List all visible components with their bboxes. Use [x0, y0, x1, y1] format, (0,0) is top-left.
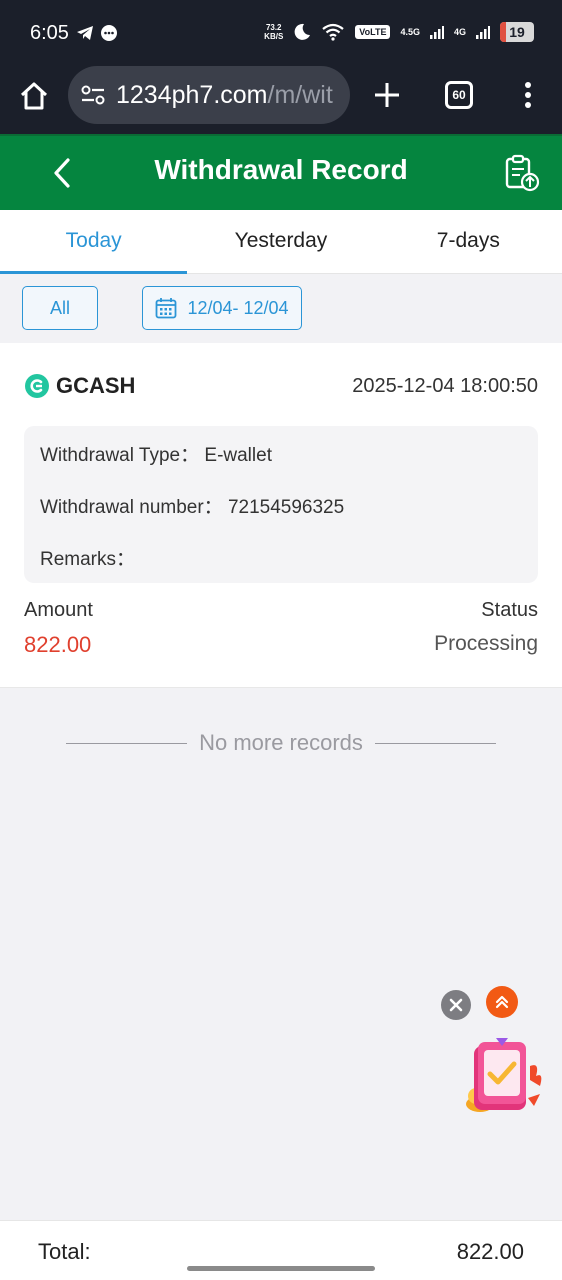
- network-speed: 73.2 KB/S: [264, 23, 284, 41]
- date-range-text: 12/04- 12/04: [187, 297, 289, 318]
- total-label: Total:: [38, 1239, 91, 1264]
- withdrawal-number-row: Withdrawal number： 72154596325: [40, 497, 345, 518]
- total-value: 822.00: [456, 1239, 524, 1264]
- system-status-bar: 6:05 73.2 KB/S VoLTE 4.5G 4G 19: [0, 0, 562, 64]
- list-end-marker: No more records: [66, 730, 496, 756]
- moon-icon: [294, 23, 311, 40]
- clock: 6:05: [30, 22, 69, 44]
- record-details: Withdrawal Type： E-wallet Withdrawal num…: [24, 426, 538, 583]
- url-text: 1234ph7.com/m/wit: [116, 80, 333, 109]
- withdrawal-type-row: Withdrawal Type： E-wallet: [40, 445, 272, 466]
- status-value: Processing: [434, 632, 538, 655]
- wifi-icon: [322, 23, 344, 41]
- app-header: Withdrawal Record: [0, 134, 562, 210]
- remarks-row: Remarks：: [40, 549, 136, 570]
- double-chevron-up-icon: [495, 995, 509, 1009]
- divider: [374, 742, 496, 744]
- tab-7-days[interactable]: 7-days: [375, 210, 562, 273]
- record-datetime: 2025-12-04 18:00:50: [352, 374, 538, 397]
- calendar-icon: [156, 298, 177, 319]
- promo-checklist-icon[interactable]: [460, 1036, 546, 1118]
- clipboard-upload-icon[interactable]: [502, 154, 542, 194]
- status-label: Status: [481, 599, 538, 621]
- payment-method-name: GCASH: [56, 373, 136, 398]
- total-footer: Total: 822.00: [0, 1220, 562, 1280]
- amount-value: 822.00: [24, 632, 92, 657]
- telegram-icon: [77, 26, 93, 40]
- browser-toolbar: 1234ph7.com/m/wit 60: [0, 64, 562, 134]
- chat-bubble-icon: [101, 25, 117, 41]
- divider: [66, 742, 188, 744]
- filter-row: All 12/04- 12/04: [0, 274, 562, 342]
- site-settings-icon[interactable]: [80, 84, 106, 106]
- home-icon[interactable]: [18, 80, 50, 112]
- page-title: Withdrawal Record: [154, 154, 408, 185]
- tab-yesterday[interactable]: Yesterday: [187, 210, 374, 273]
- close-float-button[interactable]: [441, 990, 471, 1020]
- gesture-navigation-bar[interactable]: [187, 1266, 375, 1271]
- date-tabs: Today Yesterday 7-days: [0, 210, 562, 274]
- scroll-top-button[interactable]: [486, 986, 518, 1018]
- close-icon: [449, 998, 463, 1012]
- tab-today[interactable]: Today: [0, 210, 188, 274]
- address-bar[interactable]: 1234ph7.com/m/wit: [68, 66, 350, 124]
- network-type-2: 4G: [453, 26, 466, 37]
- withdrawal-record-card[interactable]: GCASH 2025-12-04 18:00:50 Withdrawal Typ…: [0, 343, 562, 688]
- payment-method: GCASH: [24, 373, 135, 399]
- signal-icon: [476, 26, 490, 39]
- no-more-records-text: No more records: [199, 730, 363, 755]
- tab-switcher-button[interactable]: 60: [445, 81, 473, 109]
- date-range-button[interactable]: 12/04- 12/04: [142, 286, 302, 330]
- new-tab-icon[interactable]: [372, 80, 402, 110]
- gcash-logo-icon: [25, 374, 49, 398]
- network-type-1: 4.5G: [400, 26, 420, 37]
- signal-icon: [429, 26, 444, 39]
- battery-icon: 19: [500, 22, 534, 42]
- filter-all-button[interactable]: All: [22, 286, 98, 330]
- more-menu-icon[interactable]: [518, 80, 538, 110]
- amount-label: Amount: [24, 599, 93, 621]
- volte-badge: VoLTE: [355, 25, 391, 39]
